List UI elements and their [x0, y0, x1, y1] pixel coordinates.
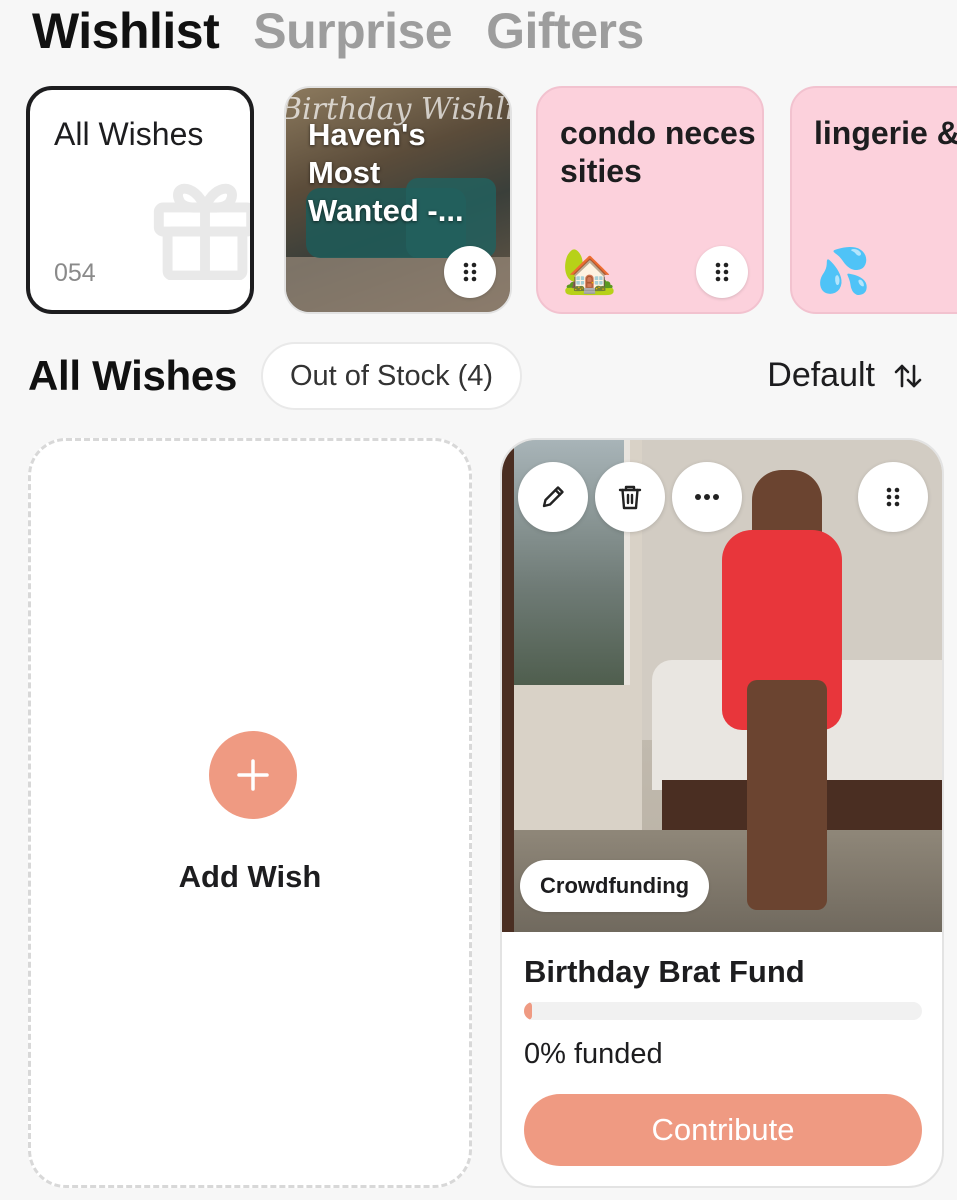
- trash-icon: [618, 485, 642, 510]
- top-tabs: Wishlist Surprise Gifters: [32, 2, 644, 60]
- funding-progress-fill: [524, 1002, 532, 1020]
- collection-condo-necessities[interactable]: condo necessities 🏡: [536, 86, 764, 314]
- drag-handle-button[interactable]: [696, 246, 748, 298]
- section-title: All Wishes: [28, 352, 238, 399]
- house-icon: 🏡: [562, 247, 617, 296]
- add-wish-card[interactable]: Add Wish: [28, 438, 472, 1188]
- droplets-icon: 💦: [816, 247, 871, 296]
- contribute-button[interactable]: Contribute: [524, 1094, 922, 1166]
- wish-title: Birthday Brat Fund: [524, 954, 805, 989]
- collection-label: lingerie & bikinis: [814, 115, 957, 151]
- drag-dots-icon: [886, 487, 900, 507]
- tab-gifters[interactable]: Gifters: [486, 2, 644, 60]
- photo-edge: [502, 440, 514, 932]
- wish-card[interactable]: Crowdfunding Birthday Brat Fund 0% funde…: [500, 438, 944, 1188]
- delete-button[interactable]: [595, 462, 665, 532]
- add-wish-label: Add Wish: [178, 859, 322, 894]
- ellipsis-icon: [695, 494, 719, 500]
- add-wish-button[interactable]: [209, 731, 297, 819]
- drag-dots-icon: [715, 262, 729, 282]
- tab-wishlist[interactable]: Wishlist: [32, 2, 220, 60]
- drag-handle-button[interactable]: [444, 246, 496, 298]
- drag-handle-button[interactable]: [858, 462, 928, 532]
- pencil-icon: [542, 486, 564, 508]
- collection-lingerie-bikinis[interactable]: lingerie & bikinis 💦: [790, 86, 957, 314]
- drag-dots-icon: [463, 262, 477, 282]
- crowdfunding-badge: Crowdfunding: [520, 860, 710, 912]
- collection-all-wishes[interactable]: All Wishes 054: [26, 86, 254, 314]
- photo-legs: [747, 680, 827, 910]
- more-options-button[interactable]: [672, 462, 742, 532]
- collection-havens-most-wanted[interactable]: Birthday Wishlist Haven's Most Wanted -.…: [284, 86, 512, 314]
- sort-arrows-icon: [894, 364, 922, 387]
- funded-text: 0% funded: [524, 1038, 663, 1070]
- collections-row: All Wishes 054 Birthday Wishlist Haven's…: [26, 86, 957, 318]
- plus-icon: [237, 759, 269, 791]
- collection-count: 054: [54, 259, 96, 287]
- collection-label: Haven's Most Wanted -...: [308, 117, 464, 228]
- gift-icon: [153, 183, 250, 280]
- edit-button[interactable]: [518, 462, 588, 532]
- tab-surprise[interactable]: Surprise: [253, 2, 452, 60]
- collection-label: All Wishes: [54, 116, 204, 152]
- out-of-stock-filter[interactable]: Out of Stock (4): [261, 342, 523, 410]
- wish-photo[interactable]: Crowdfunding: [502, 440, 942, 932]
- sort-label: Default: [767, 356, 875, 394]
- collection-label: condo necessities: [560, 115, 756, 189]
- sort-dropdown[interactable]: Default: [767, 356, 923, 395]
- funding-progress-bar: [524, 1002, 922, 1020]
